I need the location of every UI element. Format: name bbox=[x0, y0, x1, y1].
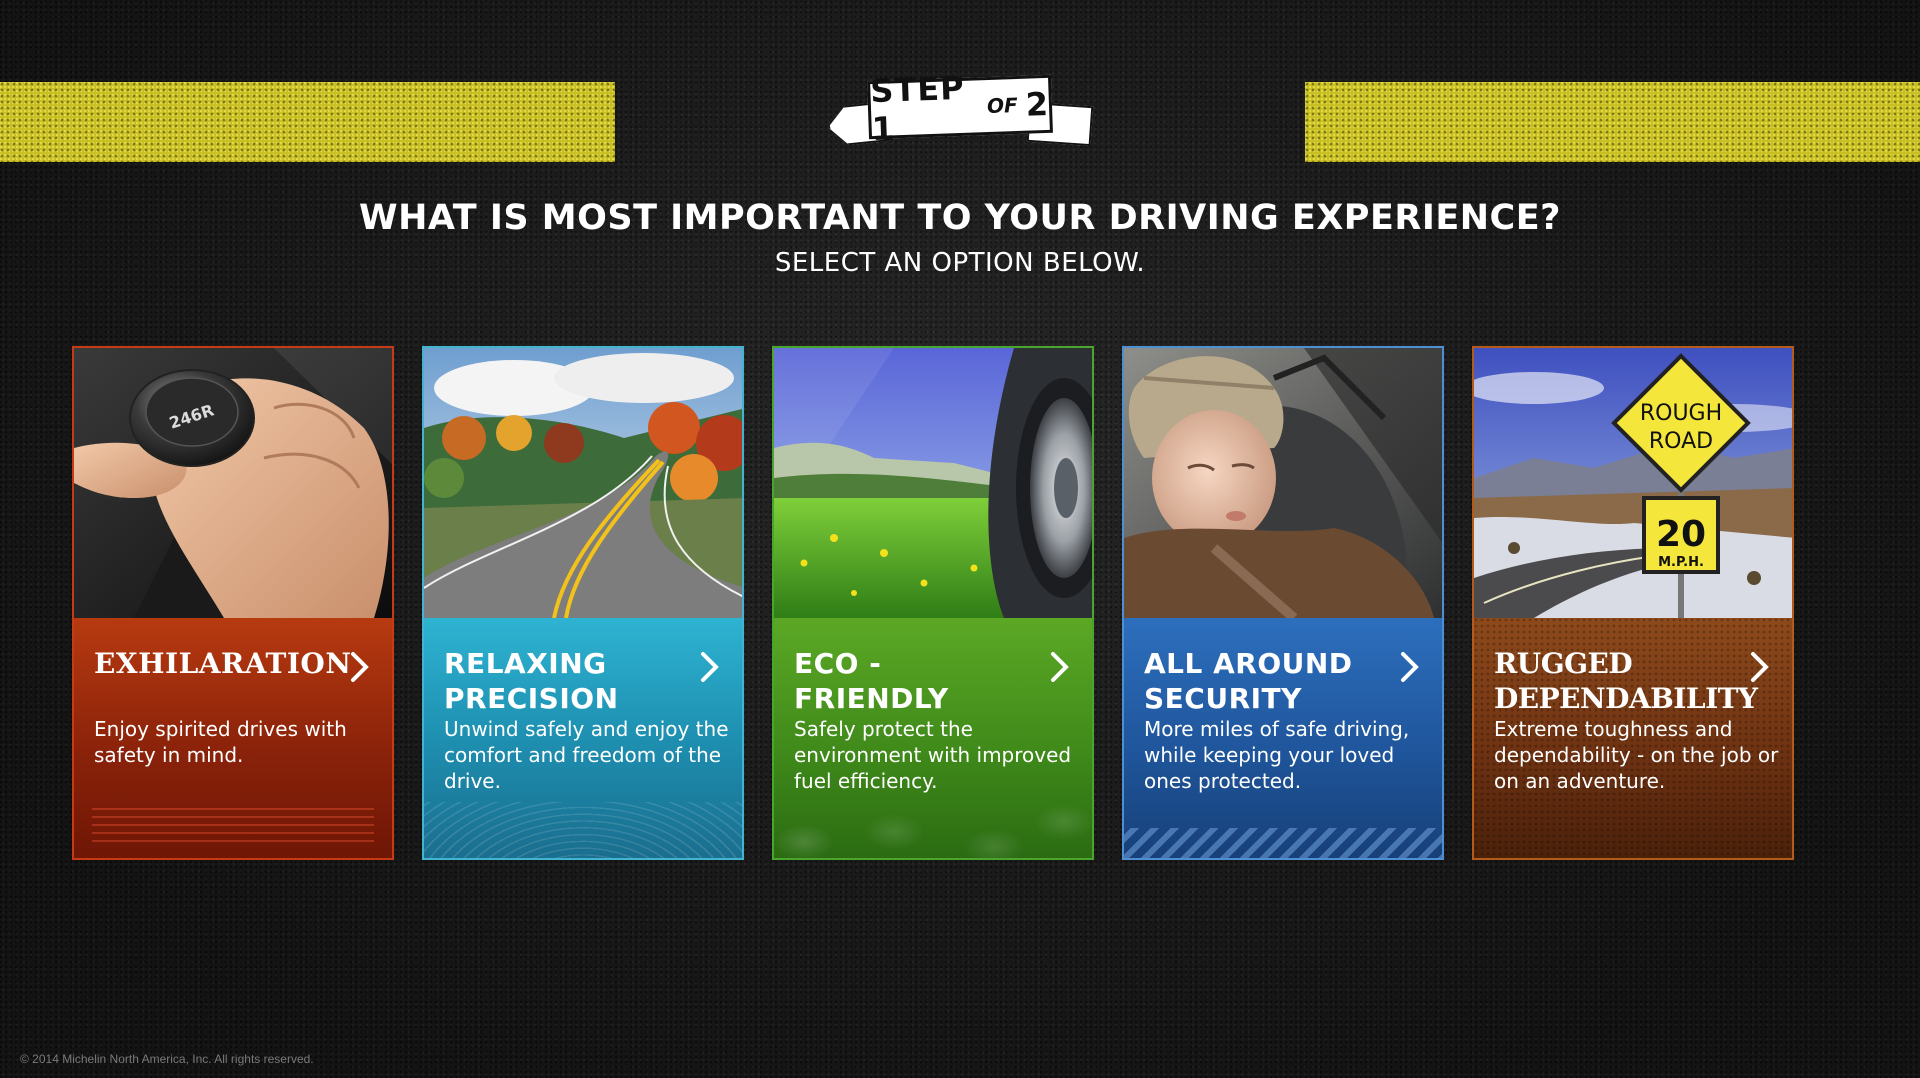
option-card-rugged-dependability[interactable]: ROUGH ROAD 20 M.P.H. RUGGED DEPENDABILIT… bbox=[1472, 346, 1794, 860]
page-subtitle: SELECT AN OPTION BELOW. bbox=[774, 248, 1146, 278]
road-sign-line2: ROAD bbox=[1649, 429, 1713, 454]
winding-road-photo bbox=[424, 348, 742, 618]
chevron-right-icon bbox=[1051, 652, 1069, 682]
gear-shift-photo: 246R bbox=[74, 348, 392, 618]
speed-sign-unit: M.P.H. bbox=[1658, 555, 1704, 570]
panel-pattern bbox=[424, 802, 742, 858]
page-title: WHAT IS MOST IMPORTANT TO YOUR DRIVING E… bbox=[359, 198, 1561, 238]
option-description: More miles of safe driving, while keepin… bbox=[1144, 717, 1410, 793]
step-badge: STEP 1 OF 2 bbox=[867, 69, 1053, 148]
option-card-relaxing-precision[interactable]: RELAXING PRECISION Unwind safely and enj… bbox=[422, 346, 744, 860]
chevron-right-icon bbox=[1401, 652, 1419, 682]
road-stripe-left bbox=[0, 82, 615, 162]
step-label: STEP 1 bbox=[869, 68, 966, 149]
option-title: EXHILARATION bbox=[94, 647, 352, 680]
option-description: Enjoy spirited drives with safety in min… bbox=[94, 717, 347, 767]
road-sign-line1: ROUGH bbox=[1640, 401, 1722, 426]
option-description: Extreme toughness and dependability - on… bbox=[1494, 717, 1779, 793]
option-panel: RUGGED DEPENDABILITY Extreme toughness a… bbox=[1474, 618, 1792, 858]
option-panel: ALL AROUND SECURITY More miles of safe d… bbox=[1124, 618, 1442, 858]
option-title: RUGGED DEPENDABILITY bbox=[1494, 647, 1758, 715]
option-card-all-around-security[interactable]: ALL AROUND SECURITY More miles of safe d… bbox=[1122, 346, 1444, 860]
speed-sign-value: 20 bbox=[1656, 514, 1706, 555]
step-total: 2 bbox=[1025, 84, 1050, 124]
rough-road-sign-photo: ROUGH ROAD 20 M.P.H. bbox=[1474, 348, 1792, 618]
meadow-tire-photo bbox=[774, 348, 1092, 618]
step-indicator: STEP 1 OF 2 bbox=[826, 69, 1094, 150]
road-stripe-right bbox=[1305, 82, 1920, 162]
panel-pattern bbox=[774, 792, 1092, 858]
copyright-notice: © 2014 Michelin North America, Inc. All … bbox=[20, 1052, 314, 1066]
chevron-right-icon bbox=[1751, 652, 1769, 682]
option-title: RELAXING PRECISION bbox=[444, 647, 619, 715]
option-card-exhilaration[interactable]: 246R EXHILARATION Enjoy spirited drives … bbox=[72, 346, 394, 860]
chevron-right-icon bbox=[351, 652, 369, 682]
panel-pattern bbox=[1124, 828, 1442, 858]
option-panel: RELAXING PRECISION Unwind safely and enj… bbox=[424, 618, 742, 858]
option-panel: ECO - FRIENDLY Safely protect the enviro… bbox=[774, 618, 1092, 858]
panel-pattern bbox=[92, 808, 374, 848]
option-description: Safely protect the environment with impr… bbox=[794, 717, 1072, 793]
option-title: ECO - FRIENDLY bbox=[794, 647, 949, 715]
option-panel: EXHILARATION Enjoy spirited drives with … bbox=[74, 618, 392, 858]
option-card-eco-friendly[interactable]: ECO - FRIENDLY Safely protect the enviro… bbox=[772, 346, 1094, 860]
step-of-label: OF bbox=[986, 92, 1019, 119]
sleeping-child-photo bbox=[1124, 348, 1442, 618]
chevron-right-icon bbox=[701, 652, 719, 682]
option-description: Unwind safely and enjoy the comfort and … bbox=[444, 717, 729, 793]
option-title: ALL AROUND SECURITY bbox=[1144, 647, 1353, 715]
